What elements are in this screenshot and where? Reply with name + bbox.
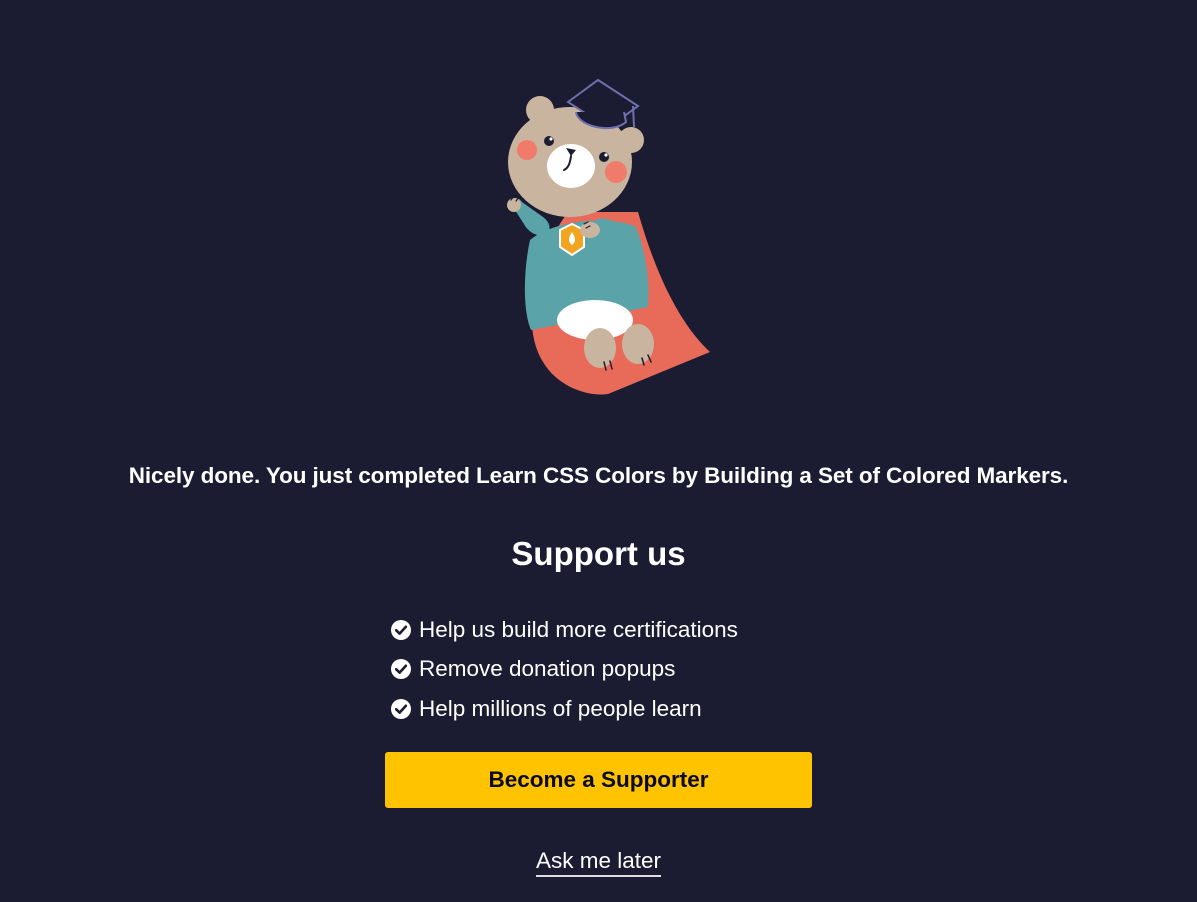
check-circle-icon <box>391 698 411 719</box>
benefits-list: Help us build more certifications Remove… <box>390 610 738 729</box>
benefit-label: Remove donation popups <box>419 656 676 682</box>
ask-later-container: Ask me later <box>0 848 1197 877</box>
graduate-bear-illustration <box>507 78 710 395</box>
completion-message: Nicely done. You just completed Learn CS… <box>128 463 1069 488</box>
check-circle-icon <box>391 619 411 640</box>
benefit-item: Help millions of people learn <box>390 689 738 729</box>
benefit-item: Remove donation popups <box>390 650 738 690</box>
become-supporter-button[interactable]: Become a Supporter <box>385 752 812 808</box>
support-heading: Support us <box>511 535 686 572</box>
donation-modal: Nicely done. You just completed Learn CS… <box>0 0 1197 902</box>
benefit-label: Help millions of people learn <box>419 695 702 721</box>
benefit-label: Help us build more certifications <box>419 616 738 642</box>
ask-me-later-link[interactable]: Ask me later <box>535 848 662 877</box>
benefit-item: Help us build more certifications <box>390 610 738 650</box>
check-circle-icon <box>391 659 411 680</box>
